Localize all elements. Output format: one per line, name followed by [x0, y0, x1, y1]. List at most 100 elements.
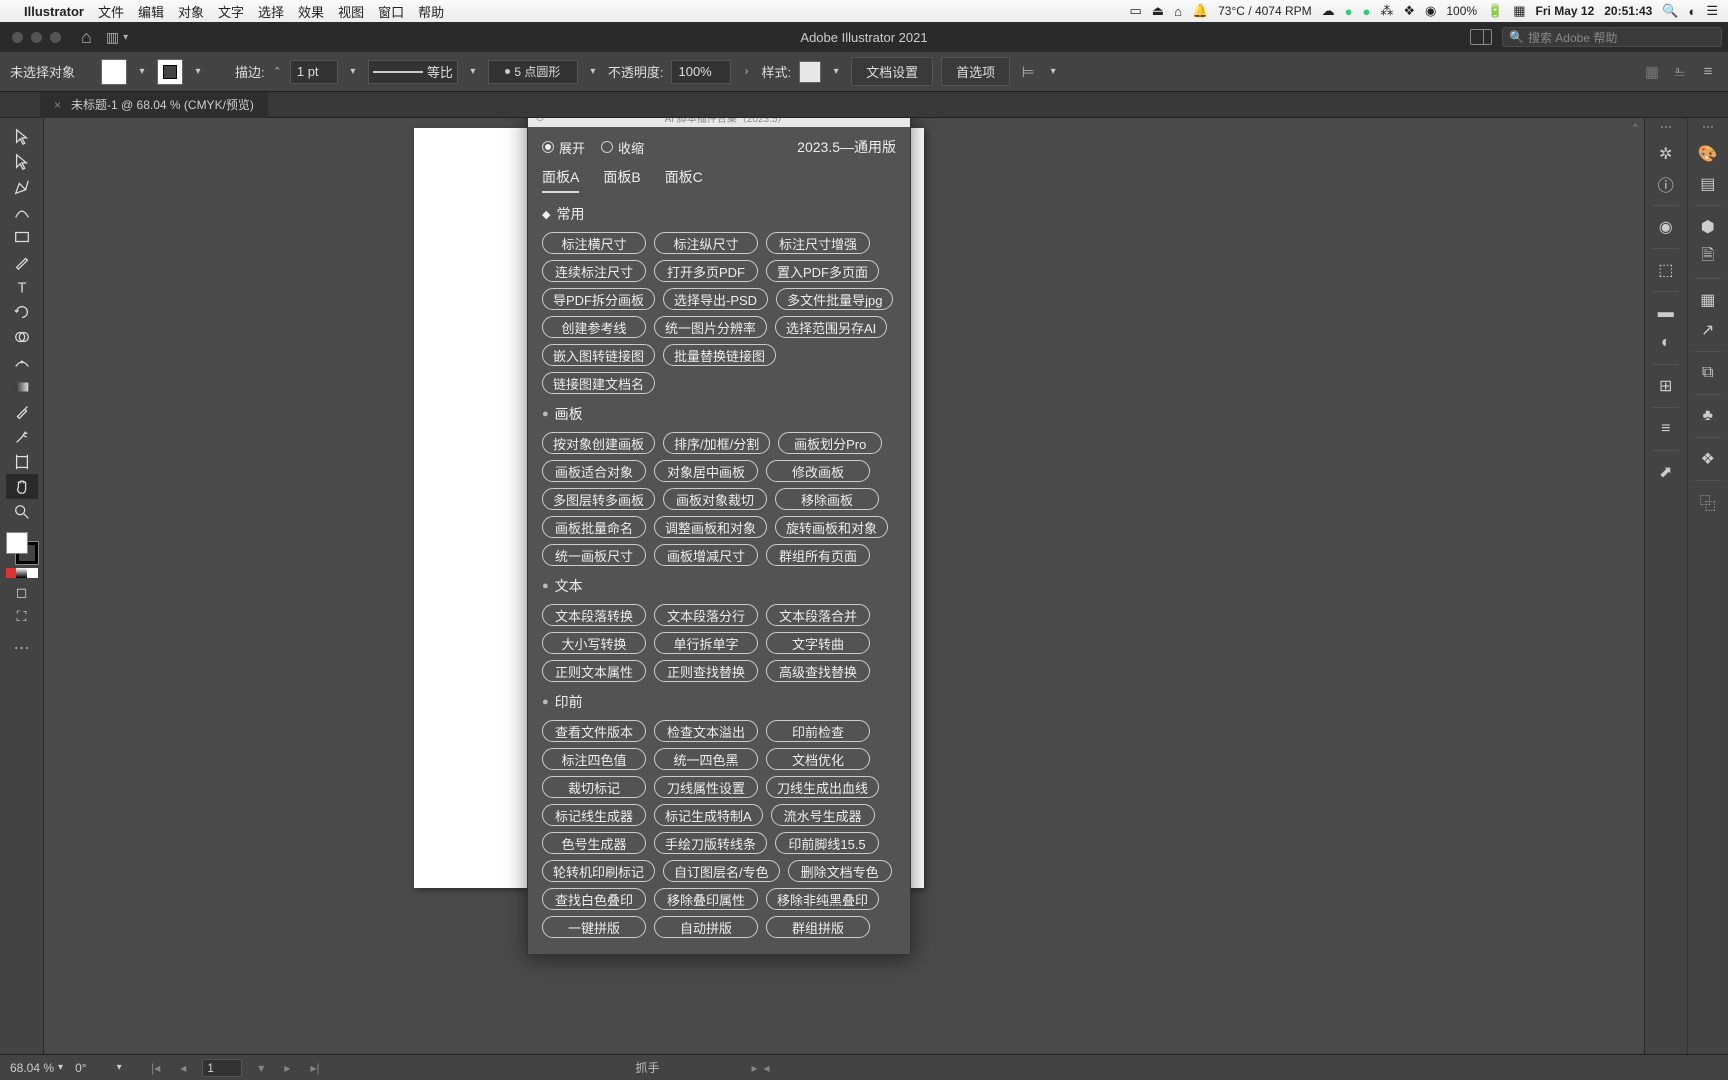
- graphic-style-swatch[interactable]: [799, 61, 821, 83]
- tab-panel-c[interactable]: 面板C: [665, 167, 703, 193]
- menubar-icon[interactable]: ☁: [1322, 3, 1335, 19]
- symbols-panel-icon[interactable]: ⬢: [1692, 212, 1724, 242]
- scroll-right-icon[interactable]: ◂: [764, 1061, 770, 1075]
- color-guide-panel-icon[interactable]: ◐: [1650, 328, 1682, 358]
- menu-select[interactable]: 选择: [258, 2, 284, 21]
- script-button[interactable]: 画板批量命名: [542, 516, 646, 538]
- document-tab[interactable]: × 未标题-1 @ 68.04 % (CMYK/预览): [40, 92, 268, 118]
- graphic-styles-panel-icon[interactable]: ▦: [1692, 285, 1724, 315]
- rotate-tool[interactable]: [6, 299, 38, 324]
- rectangle-tool[interactable]: [6, 224, 38, 249]
- symbol-sprayer-tool[interactable]: [6, 424, 38, 449]
- script-button[interactable]: 统一四色黑: [654, 748, 758, 770]
- scroll-up-icon[interactable]: ⌃: [1631, 122, 1640, 135]
- scroll-left-icon[interactable]: ▸: [751, 1061, 757, 1075]
- app-menu[interactable]: Illustrator: [24, 4, 84, 19]
- script-button[interactable]: 创建参考线: [542, 316, 646, 338]
- arrange-documents-button[interactable]: ▥▾: [106, 29, 128, 46]
- preferences-button[interactable]: 首选项: [941, 57, 1010, 86]
- script-button[interactable]: 画板对象裁切: [663, 488, 767, 510]
- prev-artboard-icon[interactable]: ◂: [176, 1061, 190, 1075]
- libraries-panel-icon[interactable]: ♣: [1692, 401, 1724, 431]
- script-button[interactable]: 印前脚线15.5: [775, 832, 879, 854]
- script-button[interactable]: 画板增减尺寸: [654, 544, 758, 566]
- color-fill-icon[interactable]: [6, 568, 17, 578]
- script-button[interactable]: 标记生成特制A: [654, 804, 763, 826]
- last-artboard-icon[interactable]: ▸|: [306, 1061, 323, 1075]
- menu-effect[interactable]: 效果: [298, 2, 324, 21]
- stroke-profile-dropdown-icon[interactable]: ▾: [466, 65, 480, 79]
- siri-icon[interactable]: ◐: [1688, 4, 1696, 19]
- help-search-input[interactable]: 🔍 搜索 Adobe 帮助: [1502, 27, 1722, 47]
- script-button[interactable]: 标注横尺寸: [542, 232, 646, 254]
- script-button[interactable]: 移除叠印属性: [654, 888, 758, 910]
- script-button[interactable]: 链接图建文档名: [542, 372, 655, 394]
- menubar-icon[interactable]: ❖: [1403, 3, 1415, 19]
- script-button[interactable]: 文本段落分行: [654, 604, 758, 626]
- brushes-panel-icon[interactable]: ▤: [1692, 169, 1724, 199]
- edit-toolbar-icon[interactable]: ⋯: [14, 638, 30, 658]
- isolate-icon[interactable]: ⎁: [1670, 63, 1690, 80]
- first-artboard-icon[interactable]: |◂: [147, 1061, 164, 1075]
- script-button[interactable]: 群组所有页面: [766, 544, 870, 566]
- script-button[interactable]: 打开多页PDF: [654, 260, 758, 282]
- script-button[interactable]: 自订图层名/专色: [663, 860, 780, 882]
- script-button[interactable]: 统一画板尺寸: [542, 544, 646, 566]
- script-button[interactable]: 连续标注尺寸: [542, 260, 646, 282]
- color-panel-icon[interactable]: ▬: [1650, 298, 1682, 328]
- script-button[interactable]: 裁切标记: [542, 776, 646, 798]
- none-fill-icon[interactable]: [27, 568, 38, 578]
- menubar-icon[interactable]: ▭: [1129, 3, 1141, 19]
- script-button[interactable]: 正则文本属性: [542, 660, 646, 682]
- script-button[interactable]: 刀线生成出血线: [766, 776, 879, 798]
- menu-window[interactable]: 窗口: [378, 2, 404, 21]
- battery-icon[interactable]: 🔋: [1487, 3, 1503, 19]
- screen-mode-icon[interactable]: ⛶: [6, 608, 38, 628]
- script-button[interactable]: 正则查找替换: [654, 660, 758, 682]
- script-button[interactable]: 导PDF拆分画板: [542, 288, 655, 310]
- stroke-panel-icon[interactable]: ≡: [1650, 414, 1682, 444]
- script-button[interactable]: 大小写转换: [542, 632, 646, 654]
- document-setup-button[interactable]: 文档设置: [851, 57, 933, 86]
- script-button[interactable]: 查找白色叠印: [542, 888, 646, 910]
- script-button[interactable]: 批量替换链接图: [663, 344, 776, 366]
- selection-tool[interactable]: [6, 124, 38, 149]
- script-button[interactable]: 选择导出-PSD: [663, 288, 768, 310]
- menubar-icon[interactable]: ⏏: [1152, 3, 1164, 19]
- pathfinder-panel-icon[interactable]: ⧉: [1692, 358, 1724, 388]
- zoom-select[interactable]: 68.04 % ▾: [10, 1061, 63, 1075]
- wifi-icon[interactable]: ◉: [1425, 3, 1436, 19]
- draw-mode-icon[interactable]: ◻: [6, 584, 38, 604]
- align-to-icon[interactable]: ⊨: [1018, 63, 1038, 81]
- script-button[interactable]: 修改画板: [766, 460, 870, 482]
- script-button[interactable]: 置入PDF多页面: [766, 260, 879, 282]
- color-mode-row[interactable]: [6, 568, 38, 578]
- script-button[interactable]: 删除文档专色: [788, 860, 892, 882]
- script-button[interactable]: 查看文件版本: [542, 720, 646, 742]
- script-button[interactable]: 文本段落转换: [542, 604, 646, 626]
- script-button[interactable]: 画板划分Pro: [778, 432, 882, 454]
- workspace-toggle-icon[interactable]: [1470, 29, 1492, 45]
- control-center-icon[interactable]: ☰: [1706, 3, 1718, 19]
- artboard-dropdown-icon[interactable]: ▾: [254, 1061, 268, 1075]
- script-button[interactable]: 手绘刀版转线条: [654, 832, 767, 854]
- direct-selection-tool[interactable]: [6, 149, 38, 174]
- menubar-icon[interactable]: ▦: [1513, 3, 1525, 19]
- menu-file[interactable]: 文件: [98, 2, 124, 21]
- script-button[interactable]: 文档优化: [766, 748, 870, 770]
- menubar-icon[interactable]: ⁂: [1380, 3, 1393, 19]
- align-dropdown-icon[interactable]: ▾: [1046, 65, 1060, 79]
- script-button[interactable]: 标注四色值: [542, 748, 646, 770]
- tab-panel-a[interactable]: 面板A: [542, 167, 579, 193]
- hand-tool[interactable]: [6, 474, 38, 499]
- swatches-panel-icon[interactable]: 🎨: [1692, 139, 1724, 169]
- canvas[interactable]: ⌃ AI 脚本插件合集（2023.5） 展开 收缩 2023.5—通用版 面板A…: [44, 118, 1644, 1054]
- notification-icon[interactable]: 🔔: [1192, 3, 1208, 19]
- stroke-dropdown-icon[interactable]: ▾: [191, 65, 205, 79]
- script-button[interactable]: 按对象创建画板: [542, 432, 655, 454]
- type-tool[interactable]: T: [6, 274, 38, 299]
- menu-view[interactable]: 视图: [338, 2, 364, 21]
- curvature-tool[interactable]: [6, 199, 38, 224]
- menu-object[interactable]: 对象: [178, 2, 204, 21]
- script-button[interactable]: 文本段落合并: [766, 604, 870, 626]
